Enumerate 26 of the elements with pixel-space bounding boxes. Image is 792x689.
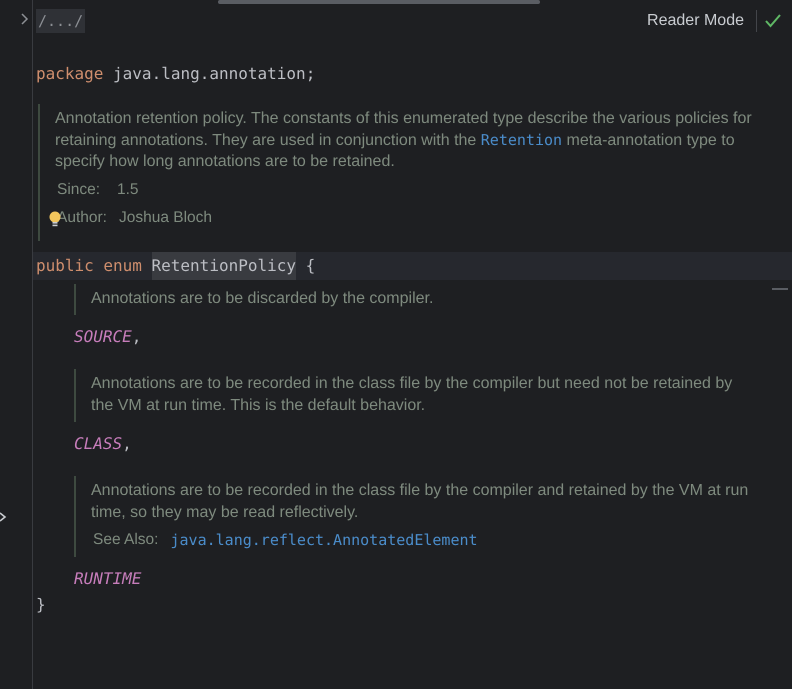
closing-brace: } <box>36 594 46 616</box>
doc-paragraph: Annotation retention policy. The constants of this enumerated type describe the various policies for retaining annotations. They are used in conjunction with the Retention meta-annotation type to specify how long annotations are to be retained. <box>55 109 753 172</box>
tag-value: 1.5 <box>117 180 139 200</box>
scrollbar-thumb[interactable] <box>218 0 540 4</box>
code-keyword: package <box>36 63 104 85</box>
enum-constant: CLASS, <box>74 433 133 455</box>
checkmark-icon[interactable] <box>765 14 781 28</box>
see-also-label: See Also: <box>93 530 158 550</box>
doc-link[interactable]: Retention <box>480 130 562 148</box>
folded-path[interactable]: /.../ <box>36 9 86 33</box>
override-marker-icon[interactable] <box>0 511 7 523</box>
doc-paragraph: Annotations are to be discarded by the compiler. <box>91 288 434 308</box>
tag-value: Joshua Bloch <box>118 208 212 228</box>
code-text: { <box>306 254 316 276</box>
chevron-right-icon[interactable] <box>21 13 29 25</box>
enum-constant: SOURCE, <box>74 326 142 348</box>
enum-constant: RUNTIME <box>74 568 142 590</box>
code-keyword: enum <box>103 254 142 276</box>
tag-label: Since: <box>57 180 102 200</box>
doc-paragraph: Annotations are to be recorded in the class file by the compiler but need not be retained by the VM at run time. This is the default behavior. <box>91 374 734 416</box>
reader-mode-button[interactable]: Reader Mode <box>647 10 757 32</box>
doc-paragraph: Annotations are to be recorded in the class file by the compiler and retained by the VM at run time, so they may be read reflectively. <box>91 481 750 522</box>
see-also-link[interactable]: java.lang.reflect.AnnotatedElement <box>170 529 478 551</box>
code-text: java.lang.annotation; <box>113 63 316 85</box>
code-keyword: public <box>36 254 94 276</box>
enum-name: RetentionPolicy <box>152 252 296 280</box>
